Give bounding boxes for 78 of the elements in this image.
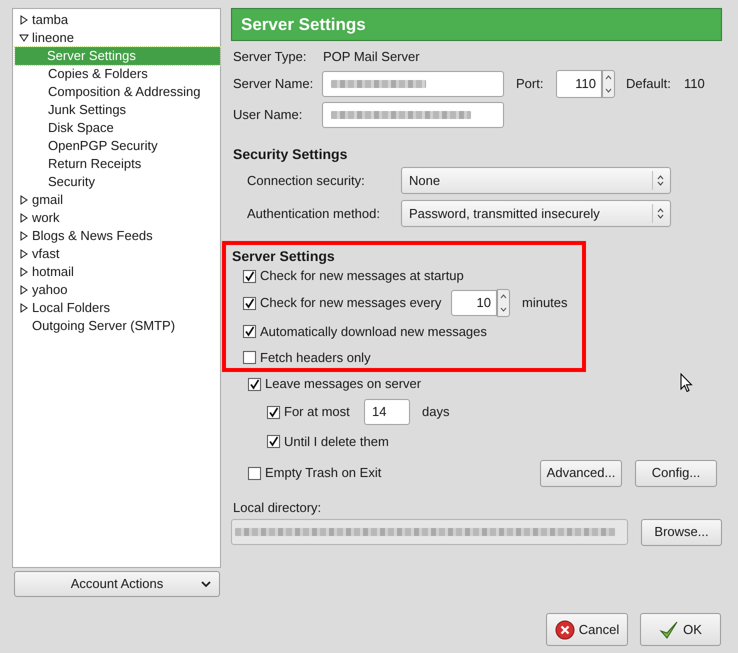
field-label: Server Type:: [233, 48, 308, 66]
expand-triangle-icon[interactable]: [19, 213, 29, 223]
checkbox[interactable]: [243, 296, 256, 310]
cancel-button[interactable]: Cancel: [546, 613, 628, 646]
up-down-arrows-icon: [657, 208, 664, 219]
tree-item[interactable]: Return Receipts: [47, 155, 142, 173]
tree-item[interactable]: tamba: [31, 11, 70, 29]
field-label: Port:: [516, 75, 544, 94]
unit-label: days: [422, 403, 450, 422]
checkbox-label[interactable]: Check for new messages at startup: [260, 266, 464, 286]
page-header: Server Settings: [231, 8, 722, 41]
checkbox[interactable]: [243, 351, 256, 364]
checkbox-label[interactable]: Until I delete them: [284, 432, 389, 452]
checkbox[interactable]: [243, 325, 256, 338]
expand-triangle-icon[interactable]: [19, 15, 29, 25]
mouse-pointer-icon: [680, 373, 693, 393]
tree-item[interactable]: Composition & Addressing: [47, 83, 202, 101]
expand-triangle-icon[interactable]: [19, 249, 29, 259]
tree-item[interactable]: Junk Settings: [47, 101, 128, 119]
expand-triangle-icon[interactable]: [19, 267, 29, 277]
field-value: 110: [684, 75, 705, 94]
field-label: Server Name:: [233, 75, 314, 94]
field-label: User Name:: [233, 106, 304, 124]
port-field[interactable]: 110: [556, 70, 602, 98]
dialog-button[interactable]: Config...: [635, 460, 717, 486]
checkbox-label[interactable]: Automatically download new messages: [260, 322, 487, 342]
server-name-field[interactable]: [322, 71, 504, 97]
ok-button[interactable]: OK: [640, 613, 721, 646]
checkbox-label[interactable]: Check for new messages every: [260, 293, 451, 313]
checkbox[interactable]: [248, 378, 261, 390]
checkbox[interactable]: [267, 435, 280, 448]
unit-label: minutes: [522, 294, 568, 312]
chevron-down-icon: [201, 580, 211, 588]
tree-item[interactable]: Disk Space: [47, 119, 115, 137]
checkbox-label[interactable]: Empty Trash on Exit: [265, 463, 382, 483]
expand-triangle-icon[interactable]: [19, 231, 29, 241]
user-name-field[interactable]: [322, 102, 504, 128]
tree-item[interactable]: Outgoing Server (SMTP): [31, 317, 176, 335]
tree-item[interactable]: gmail: [31, 191, 64, 209]
number-field[interactable]: 14: [364, 399, 410, 425]
spinner-arrows-icon[interactable]: [602, 70, 615, 98]
checkbox[interactable]: [243, 270, 256, 282]
tree-item[interactable]: OpenPGP Security: [47, 137, 159, 155]
dialog-button[interactable]: Advanced...: [540, 460, 622, 486]
field-label: Authentication method:: [247, 204, 381, 223]
checkmark-icon: [659, 620, 680, 640]
tree-item[interactable]: lineone: [31, 29, 75, 47]
expand-triangle-icon[interactable]: [19, 195, 29, 205]
field-label: Connection security:: [247, 172, 366, 190]
section-heading: Security Settings: [232, 145, 348, 162]
browse-button[interactable]: Browse...: [641, 518, 722, 546]
checkbox-label[interactable]: Leave messages on server: [265, 374, 422, 394]
checkbox[interactable]: [248, 466, 261, 480]
close-circle-icon: [554, 620, 575, 640]
field-label: Default:: [626, 75, 672, 94]
tree-item[interactable]: work: [31, 209, 60, 227]
checkbox-label[interactable]: Fetch headers only: [260, 348, 371, 368]
section-heading: Server Settings: [232, 247, 336, 264]
up-down-arrows-icon: [657, 175, 664, 186]
tree-item[interactable]: Security: [47, 173, 96, 191]
field-value: POP Mail Server: [323, 48, 420, 66]
tree-item[interactable]: vfast: [31, 245, 60, 263]
field-label: Local directory:: [232, 499, 322, 517]
tree-item[interactable]: Blogs & News Feeds: [31, 227, 154, 245]
collapse-triangle-icon[interactable]: [19, 33, 29, 43]
dropdown[interactable]: Password, transmitted insecurely: [401, 200, 671, 227]
spinner-arrows-icon[interactable]: [497, 289, 510, 317]
tree-item[interactable]: Local Folders: [31, 299, 112, 317]
checkbox[interactable]: [267, 406, 280, 418]
number-field[interactable]: 10: [451, 290, 497, 316]
dropdown[interactable]: None: [401, 167, 671, 194]
expand-triangle-icon[interactable]: [19, 303, 29, 313]
tree-item[interactable]: Copies & Folders: [47, 65, 149, 83]
tree-item[interactable]: yahoo: [31, 281, 68, 299]
checkbox-label[interactable]: For at most: [284, 402, 364, 422]
tree-item[interactable]: hotmail: [31, 263, 75, 281]
account-actions-button[interactable]: Account Actions: [14, 571, 220, 597]
expand-triangle-icon[interactable]: [19, 285, 29, 295]
